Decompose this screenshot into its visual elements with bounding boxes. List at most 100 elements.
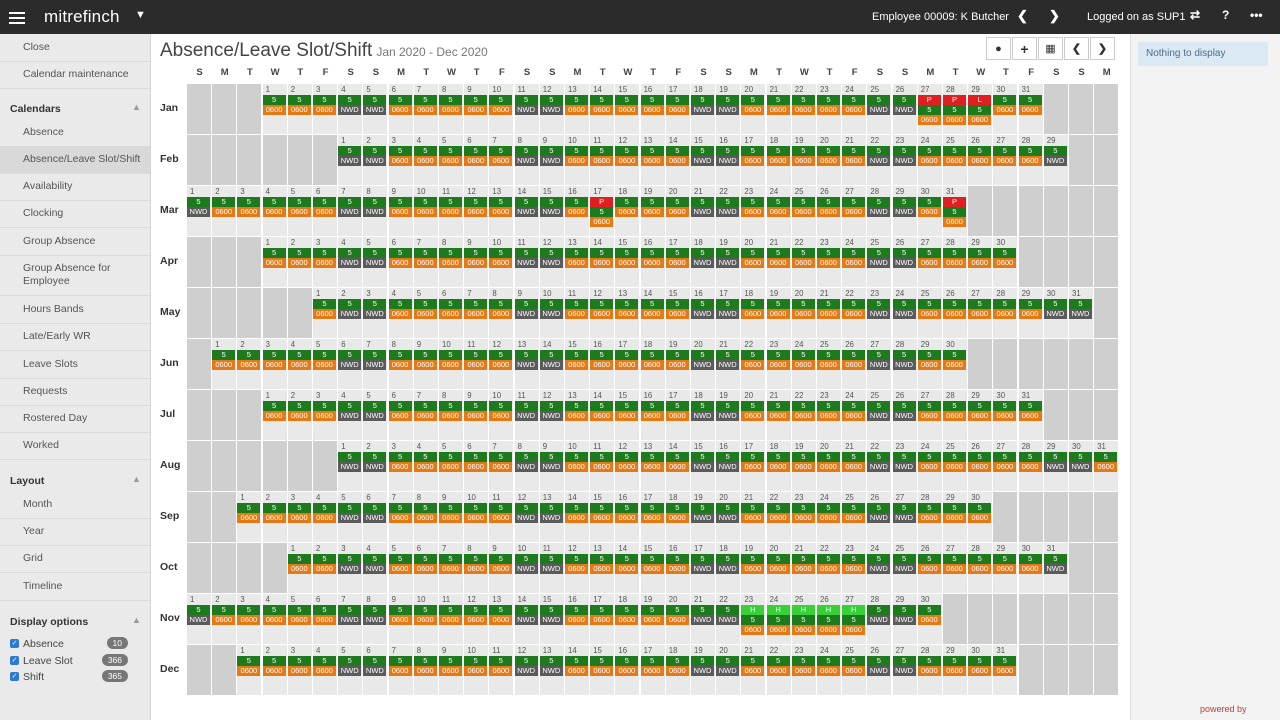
- leave-slot-bar[interactable]: 5: [262, 605, 286, 615]
- day-cell[interactable]: 15 5 0600: [640, 543, 665, 593]
- shift-bar[interactable]: 0600: [741, 625, 765, 635]
- collapse-icon[interactable]: ▲: [132, 474, 141, 484]
- shift-bar[interactable]: NWD: [539, 207, 563, 217]
- day-cell[interactable]: 8 5 0600: [413, 492, 438, 542]
- day-cell[interactable]: 31 P 5 0600: [943, 186, 967, 236]
- leave-slot-bar[interactable]: 5: [338, 299, 362, 309]
- day-cell[interactable]: 25 5 0600: [817, 339, 841, 389]
- leave-slot-bar[interactable]: 5: [842, 95, 866, 105]
- shift-bar[interactable]: 0600: [842, 207, 866, 217]
- shift-bar[interactable]: 0600: [565, 207, 588, 217]
- day-cell[interactable]: 30 5 0600: [993, 390, 1018, 440]
- leave-slot-bar[interactable]: 5: [439, 146, 462, 156]
- leave-slot-bar[interactable]: 5: [665, 95, 689, 105]
- shift-bar[interactable]: NWD: [1043, 462, 1067, 472]
- shift-bar[interactable]: NWD: [539, 615, 563, 625]
- shift-bar[interactable]: 0600: [968, 309, 992, 319]
- day-cell[interactable]: 16 5 0600: [615, 645, 640, 695]
- leave-slot-bar[interactable]: 5: [413, 605, 437, 615]
- leave-slot-bar[interactable]: 5: [237, 197, 261, 207]
- sidebar-item-timeline[interactable]: Timeline: [0, 573, 150, 601]
- shift-bar[interactable]: 0600: [791, 258, 815, 268]
- day-cell[interactable]: 10 5 0600: [413, 594, 438, 644]
- day-cell[interactable]: 26 5 NWD: [867, 492, 892, 542]
- shift-bar[interactable]: 0600: [993, 462, 1017, 472]
- day-cell[interactable]: 19 5 0600: [640, 594, 665, 644]
- shift-bar[interactable]: 0600: [413, 564, 437, 574]
- shift-bar[interactable]: NWD: [539, 258, 563, 268]
- shift-bar[interactable]: 0600: [237, 615, 261, 625]
- shift-bar[interactable]: 0600: [439, 666, 462, 676]
- leave-slot-bar[interactable]: 5: [615, 656, 639, 666]
- day-cell[interactable]: 2 5 0600: [262, 645, 287, 695]
- shift-bar[interactable]: NWD: [514, 666, 538, 676]
- leave-slot-bar[interactable]: 5: [892, 95, 916, 105]
- day-cell[interactable]: 12 5 NWD: [539, 390, 564, 440]
- shift-bar[interactable]: NWD: [892, 156, 916, 166]
- leave-slot-bar[interactable]: 5: [766, 95, 790, 105]
- day-cell[interactable]: 28 P 5 0600: [943, 84, 967, 134]
- leave-slot-bar[interactable]: 5: [413, 503, 437, 513]
- shift-bar[interactable]: 0600: [741, 564, 765, 574]
- day-cell[interactable]: 3 5 0600: [287, 492, 312, 542]
- shift-bar[interactable]: 0600: [943, 309, 966, 319]
- leave-slot-bar[interactable]: 5: [590, 146, 614, 156]
- day-cell[interactable]: 30 5 0600: [993, 237, 1018, 287]
- leave-slot-bar[interactable]: 5: [539, 605, 563, 615]
- leave-slot-bar[interactable]: 5: [640, 452, 664, 462]
- leave-slot-bar[interactable]: 5: [943, 207, 966, 217]
- leave-slot-bar[interactable]: 5: [817, 197, 840, 207]
- shift-bar[interactable]: 0600: [464, 462, 488, 472]
- shift-bar[interactable]: 0600: [917, 207, 941, 217]
- day-cell[interactable]: 15 5 0600: [615, 84, 640, 134]
- shift-bar[interactable]: 0600: [640, 462, 664, 472]
- day-cell[interactable]: 19 5 0600: [766, 288, 791, 338]
- leave-slot-bar[interactable]: 5: [363, 197, 387, 207]
- leave-slot-bar[interactable]: 5: [539, 197, 563, 207]
- leave-slot-bar[interactable]: 5: [615, 350, 639, 360]
- day-cell[interactable]: 11 5 0600: [439, 594, 463, 644]
- shift-bar[interactable]: NWD: [363, 309, 387, 319]
- day-cell[interactable]: 10 5 0600: [489, 237, 514, 287]
- shift-bar[interactable]: NWD: [691, 666, 714, 676]
- leave-slot-bar[interactable]: 5: [262, 248, 286, 258]
- leave-slot-bar[interactable]: 5: [867, 656, 891, 666]
- day-cell[interactable]: 7 5 0600: [413, 84, 438, 134]
- leave-slot-bar[interactable]: 5: [464, 146, 488, 156]
- leave-slot-bar[interactable]: 5: [489, 95, 513, 105]
- leave-slot-bar[interactable]: 5: [892, 605, 916, 615]
- leave-slot-bar[interactable]: 5: [338, 350, 362, 360]
- leave-slot-bar[interactable]: 5: [867, 554, 891, 564]
- shift-bar[interactable]: 0600: [237, 207, 261, 217]
- shift-bar[interactable]: 0600: [917, 615, 941, 625]
- leave-slot-bar[interactable]: 5: [1018, 452, 1042, 462]
- day-cell[interactable]: 24 5 0600: [766, 186, 791, 236]
- leave-slot-bar[interactable]: 5: [766, 656, 790, 666]
- day-cell[interactable]: 7 5 0600: [439, 543, 463, 593]
- leave-slot-bar[interactable]: 5: [842, 554, 866, 564]
- leave-slot-bar[interactable]: 5: [187, 197, 210, 207]
- shift-bar[interactable]: NWD: [363, 156, 387, 166]
- day-cell[interactable]: 18 5 0600: [766, 135, 791, 185]
- shift-bar[interactable]: 0600: [262, 207, 286, 217]
- leave-slot-bar[interactable]: 5: [943, 554, 966, 564]
- shift-bar[interactable]: NWD: [867, 666, 891, 676]
- shift-bar[interactable]: 0600: [766, 207, 790, 217]
- day-cell[interactable]: 1 5 0600: [237, 645, 262, 695]
- day-cell[interactable]: 24 5 0600: [917, 135, 942, 185]
- day-cell[interactable]: 12 5 0600: [464, 186, 489, 236]
- day-cell[interactable]: 21 5 NWD: [691, 186, 715, 236]
- day-cell[interactable]: 17 5 0600: [741, 135, 766, 185]
- calendar-icon[interactable]: ▦: [1038, 37, 1063, 60]
- shift-bar[interactable]: 0600: [590, 462, 614, 472]
- day-cell[interactable]: 26 5 0600: [968, 135, 993, 185]
- leave-slot-bar[interactable]: 5: [237, 605, 261, 615]
- leave-slot-bar[interactable]: 5: [665, 248, 689, 258]
- leave-slot-bar[interactable]: 5: [691, 95, 714, 105]
- shift-bar[interactable]: 0600: [741, 411, 765, 421]
- day-cell[interactable]: 29 5 0600: [917, 339, 942, 389]
- shift-bar[interactable]: NWD: [691, 105, 714, 115]
- shift-bar[interactable]: 0600: [413, 360, 437, 370]
- leave-slot-bar[interactable]: 5: [993, 95, 1017, 105]
- day-cell[interactable]: 22 5 0600: [766, 492, 791, 542]
